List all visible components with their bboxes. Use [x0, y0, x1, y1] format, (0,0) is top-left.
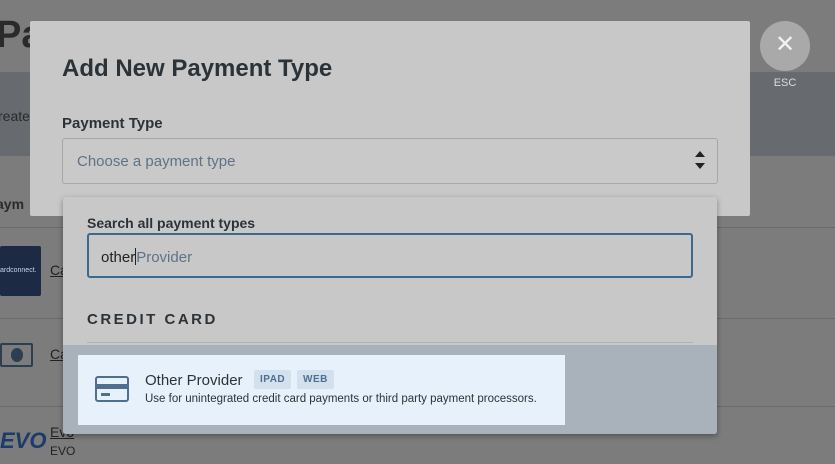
- add-payment-type-modal: Add New Payment Type Payment Type Choose…: [30, 21, 750, 216]
- search-suggestion: Provider: [136, 249, 193, 266]
- cardconnect-logo: ardconnect.: [0, 246, 41, 296]
- select-placeholder: Choose a payment type: [77, 153, 236, 170]
- option-name: Other Provider: [145, 372, 243, 389]
- divider: [87, 342, 693, 343]
- modal-title: Add New Payment Type: [62, 55, 333, 82]
- payment-type-label: Payment Type: [62, 115, 163, 132]
- close-icon: ✕: [774, 31, 796, 58]
- payment-type-select[interactable]: Choose a payment type: [62, 138, 718, 184]
- search-value: other: [101, 249, 136, 266]
- group-header-credit-card: CREDIT CARD: [87, 311, 218, 328]
- payment-row-subtitle: EVO: [50, 444, 76, 458]
- search-input[interactable]: otherProvider: [87, 233, 693, 278]
- search-label: Search all payment types: [87, 215, 256, 231]
- badge-web: WEB: [297, 370, 334, 389]
- esc-label: ESC: [773, 77, 797, 89]
- select-arrows-icon: [694, 151, 706, 173]
- option-other-provider[interactable]: Other Provider IPAD WEB Use for unintegr…: [78, 355, 565, 425]
- option-description: Use for unintegrated credit card payment…: [145, 393, 537, 405]
- credit-card-icon: [95, 376, 129, 402]
- badge-ipad: IPAD: [254, 370, 292, 389]
- search-text: otherProvider: [101, 248, 192, 266]
- background-section-label: aym: [0, 196, 25, 212]
- evo-logo: EVO: [0, 428, 47, 453]
- background-create-text: reate: [0, 108, 30, 124]
- cash-icon: [0, 343, 33, 367]
- close-button[interactable]: ✕: [760, 21, 810, 71]
